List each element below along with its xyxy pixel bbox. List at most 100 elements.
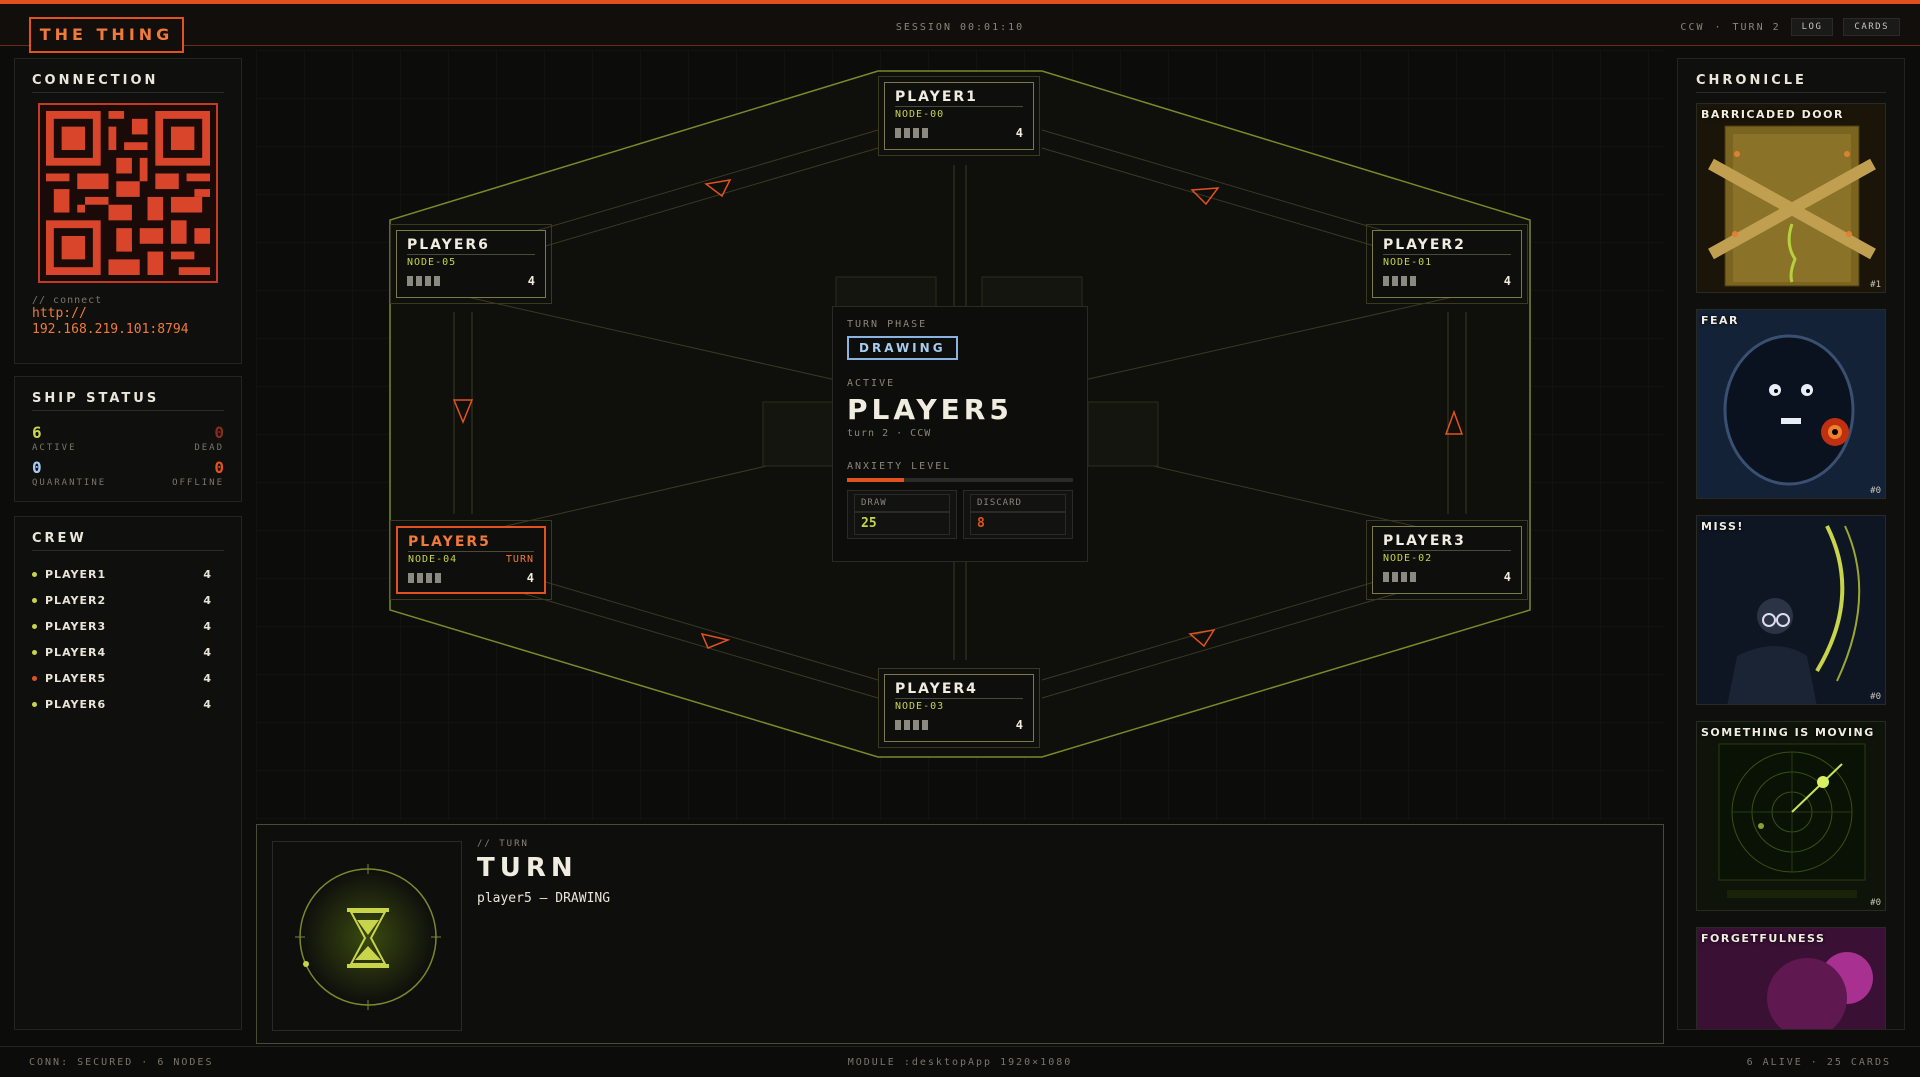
connection-panel: CONNECTION // connect http:// 192.168.21… — [14, 58, 242, 364]
draw-pile[interactable]: DRAW 25 — [847, 490, 957, 539]
crew-title: CREW — [32, 531, 224, 551]
crew-row[interactable]: PLAYER6 4 — [32, 691, 224, 717]
anxiety-label: ANXIETY LEVEL — [847, 461, 952, 472]
log-button[interactable]: LOG — [1790, 18, 1834, 36]
discard-count: 8 — [970, 512, 1066, 535]
crew-row[interactable]: PLAYER3 4 — [32, 613, 224, 639]
status-footer: CONN: SECURED · 6 NODES MODULE :desktopA… — [0, 1046, 1920, 1077]
crew-name: PLAYER5 — [45, 671, 107, 685]
node-card-count: 4 — [526, 571, 534, 585]
barricaded-door-icon — [1708, 125, 1876, 287]
turn-panel: // TURN TURN player5 — DRAWING — [256, 824, 1664, 1044]
chronicle-card[interactable]: FORGETFULNESS — [1696, 927, 1886, 1029]
card-title: BARRICADED DOOR — [1701, 108, 1844, 121]
status-dot-icon — [32, 675, 37, 681]
crew-row[interactable]: PLAYER1 4 — [32, 561, 224, 587]
turn-title: TURN — [477, 853, 578, 883]
card-bars: 4 — [407, 274, 535, 288]
qr-code[interactable] — [38, 103, 218, 283]
crew-card-count: 4 — [203, 619, 212, 633]
connection-title: CONNECTION — [32, 73, 224, 93]
turn-indicator: TURN 2 — [1732, 21, 1781, 33]
chronicle-title: CHRONICLE — [1696, 73, 1886, 93]
crew-panel: CREW PLAYER1 4 PLAYER2 4 PLAYER3 4 PLAYER4 4… — [14, 516, 242, 1030]
phase-badge: DRAWING — [847, 336, 958, 360]
session-timer: SESSION 00:01:10 — [895, 22, 1025, 33]
status-dot-icon — [32, 623, 37, 629]
node-card-count: 4 — [1503, 274, 1511, 288]
fear-face-icon — [1723, 334, 1855, 486]
dead-label: DEAD — [194, 443, 224, 453]
node-player-name: PLAYER1 — [895, 89, 1023, 107]
node-card-count: 4 — [1015, 718, 1023, 732]
connect-url-host[interactable]: 192.168.219.101:8794 — [32, 322, 224, 338]
card-title: MISS! — [1701, 520, 1744, 533]
active-player-name: PLAYER5 — [847, 393, 1013, 426]
dead-count: 0 — [214, 423, 224, 442]
node-player1[interactable]: PLAYER1 NODE-00 4 — [878, 76, 1040, 156]
node-player4[interactable]: PLAYER4 NODE-03 4 — [878, 668, 1040, 748]
card-bars: 4 — [895, 126, 1023, 140]
node-player6[interactable]: PLAYER6 NODE-05 4 — [390, 224, 552, 304]
connect-url-scheme[interactable]: http:// — [32, 306, 224, 322]
node-player3[interactable]: PLAYER3 NODE-02 4 — [1366, 520, 1528, 600]
card-bars: 4 — [1383, 274, 1511, 288]
card-title: SOMETHING IS MOVING — [1701, 726, 1875, 739]
turn-phase-label: TURN PHASE — [847, 319, 928, 330]
crew-name: PLAYER6 — [45, 697, 107, 711]
top-right-controls: CCW · TURN 2 LOG CARDS — [1680, 18, 1900, 36]
crew-name: PLAYER2 — [45, 593, 107, 607]
crew-row[interactable]: PLAYER4 4 — [32, 639, 224, 665]
crew-card-count: 4 — [203, 567, 212, 581]
card-bars: 4 — [895, 718, 1023, 732]
turn-subtitle: player5 — DRAWING — [477, 891, 611, 906]
card-bars: 4 — [1383, 570, 1511, 584]
active-label: ACTIVE — [847, 378, 896, 389]
discard-label: DISCARD — [970, 494, 1066, 512]
card-number: #0 — [1870, 898, 1881, 908]
chronicle-card[interactable]: MISS! #0 — [1696, 515, 1886, 705]
turn-phase-panel: TURN PHASE DRAWING ACTIVE PLAYER5 turn 2… — [832, 306, 1088, 562]
crew-row[interactable]: PLAYER2 4 — [32, 587, 224, 613]
status-dot-icon — [32, 649, 37, 655]
ship-status-panel: SHIP STATUS 6 ACTIVE 0 DEAD 0 QUARANTINE… — [14, 376, 242, 502]
status-dot-icon — [32, 597, 37, 603]
chronicle-card[interactable]: FEAR #0 — [1696, 309, 1886, 499]
cards-button[interactable]: CARDS — [1843, 18, 1900, 36]
node-player2[interactable]: PLAYER2 NODE-01 4 — [1366, 224, 1528, 304]
quarantine-label: QUARANTINE — [32, 478, 107, 488]
crew-card-count: 4 — [203, 593, 212, 607]
node-player-name: PLAYER5 — [408, 534, 534, 552]
hourglass-icon — [295, 864, 441, 1010]
crew-name: PLAYER1 — [45, 567, 107, 581]
chronicle-card[interactable]: SOMETHING IS MOVING #0 — [1696, 721, 1886, 911]
quarantine-count: 0 — [32, 458, 42, 477]
card-bars: 4 — [408, 571, 534, 585]
qr-code-icon — [46, 111, 210, 275]
crew-name: PLAYER4 — [45, 645, 107, 659]
chronicle-card[interactable]: BARRICADED DOOR #1 — [1696, 103, 1886, 293]
node-player5[interactable]: PLAYER5 NODE-04 TURN 4 — [390, 520, 552, 600]
offline-count: 0 — [214, 458, 224, 477]
node-id: NODE-03 — [895, 701, 945, 712]
chronicle-panel: CHRONICLE BARRICADED DOOR #1 FEAR #0 MIS… — [1677, 58, 1905, 1030]
discard-pile[interactable]: DISCARD 8 — [963, 490, 1073, 539]
status-dot-icon — [32, 701, 37, 707]
separator: · — [1714, 21, 1723, 33]
card-title: FORGETFULNESS — [1701, 932, 1826, 945]
crew-row[interactable]: PLAYER5 4 — [32, 665, 224, 691]
card-number: #1 — [1870, 280, 1881, 290]
anxiety-fill — [847, 478, 904, 482]
connect-hint: // connect — [32, 295, 103, 306]
crew-card-count: 4 — [203, 671, 212, 685]
radar-icon — [1718, 743, 1866, 898]
node-id: NODE-02 — [1383, 553, 1433, 564]
node-id: NODE-04 — [408, 554, 458, 565]
card-number: #0 — [1870, 486, 1881, 496]
turn-hint: // TURN — [477, 839, 529, 849]
footer-module: MODULE :desktopApp 1920×1080 — [847, 1057, 1073, 1068]
top-bar: THE THING SESSION 00:01:10 CCW · TURN 2 … — [0, 0, 1920, 53]
draw-label: DRAW — [854, 494, 950, 512]
crew-list: PLAYER1 4 PLAYER2 4 PLAYER3 4 PLAYER4 4 PLAY… — [32, 561, 224, 717]
footer-summary: 6 ALIVE · 25 CARDS — [1746, 1057, 1891, 1068]
